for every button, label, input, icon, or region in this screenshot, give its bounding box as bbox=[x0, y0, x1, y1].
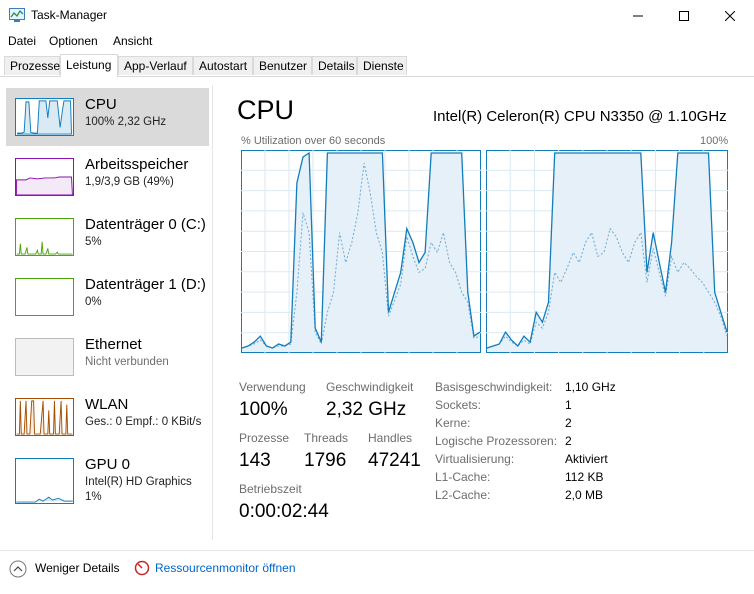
window-title: Task-Manager bbox=[31, 8, 108, 22]
utilization-label: % Utilization over 60 seconds bbox=[241, 135, 386, 147]
fewer-details-button[interactable]: Weniger Details bbox=[35, 561, 119, 575]
minimize-icon bbox=[633, 15, 643, 16]
sidebar-item-value: 100% 2,32 GHz bbox=[85, 116, 167, 128]
sidebar-item-cpu[interactable]: CPU 100% 2,32 GHz bbox=[6, 88, 209, 146]
tab-leistung[interactable]: Leistung bbox=[60, 54, 118, 77]
cpu-model-name: Intel(R) Celeron(R) CPU N3350 @ 1.10GHz bbox=[433, 108, 727, 125]
footer-bar: Weniger Details Ressourcenmonitor öffnen bbox=[0, 550, 754, 594]
usage-value: 100% bbox=[239, 399, 288, 420]
sidebar-item-label: Arbeitsspeicher bbox=[85, 156, 189, 173]
sidebar-item-label: Ethernet bbox=[85, 336, 142, 353]
sidebar-item-label: WLAN bbox=[85, 396, 129, 413]
page-title: CPU bbox=[237, 95, 295, 125]
resource-sidebar: CPU 100% 2,32 GHz Arbeitsspeicher 1,9/3,… bbox=[0, 85, 212, 540]
tab-prozesse[interactable]: Prozesse bbox=[4, 56, 60, 75]
cpu-thumbnail bbox=[15, 98, 74, 136]
sidebar-item-value: Ges.: 0 Empf.: 0 KBit/s bbox=[85, 416, 202, 428]
menu-optionen[interactable]: Optionen bbox=[49, 34, 98, 48]
detail-value: 2,0 MB bbox=[565, 488, 604, 502]
sidebar-item-wlan[interactable]: WLAN Ges.: 0 Empf.: 0 KBit/s bbox=[6, 388, 209, 446]
tab-autostart[interactable]: Autostart bbox=[193, 56, 253, 75]
sidebar-item-value: 1,9/3,9 GB (49%) bbox=[85, 176, 174, 188]
threads-value: 1796 bbox=[304, 450, 347, 471]
maximize-icon bbox=[679, 10, 689, 21]
sidebar-divider bbox=[212, 85, 213, 540]
detail-label: L1-Cache: bbox=[435, 470, 491, 484]
disk-1-thumbnail bbox=[15, 278, 74, 316]
menu-ansicht[interactable]: Ansicht bbox=[113, 34, 152, 48]
sidebar-item-value: Nicht verbunden bbox=[85, 356, 169, 368]
tab-bar: Prozesse Leistung App-Verlauf Autostart … bbox=[0, 54, 754, 77]
sidebar-item-label: Datenträger 1 (D:) bbox=[85, 276, 206, 293]
disk-0-thumbnail bbox=[15, 218, 74, 256]
gpu-0-thumbnail bbox=[15, 458, 74, 504]
sidebar-item-gpu-0[interactable]: GPU 0 Intel(R) HD Graphics 1% bbox=[6, 448, 209, 518]
speed-value: 2,32 GHz bbox=[326, 399, 407, 420]
menu-bar: Datei Optionen Ansicht bbox=[0, 31, 754, 51]
processes-label: Prozesse bbox=[239, 431, 290, 445]
sidebar-item-arbeitsspeicher[interactable]: Arbeitsspeicher 1,9/3,9 GB (49%) bbox=[6, 148, 209, 206]
detail-value: 2 bbox=[565, 416, 572, 430]
sidebar-item-value: 0% bbox=[85, 296, 102, 308]
close-button[interactable] bbox=[707, 0, 753, 31]
handles-value: 47241 bbox=[368, 450, 421, 471]
minimize-button[interactable] bbox=[615, 0, 661, 31]
sidebar-item-ethernet[interactable]: Ethernet Nicht verbunden bbox=[6, 328, 209, 386]
detail-label: Basisgeschwindigkeit: bbox=[435, 380, 553, 394]
detail-value: Aktiviert bbox=[565, 452, 608, 466]
maximize-button[interactable] bbox=[661, 0, 707, 31]
sidebar-item-value-2: 1% bbox=[85, 491, 102, 503]
sidebar-item-datentraeger-0[interactable]: Datenträger 0 (C:) 5% bbox=[6, 208, 209, 266]
speed-label: Geschwindigkeit bbox=[326, 380, 414, 394]
detail-value: 1,10 GHz bbox=[565, 380, 616, 394]
uptime-value: 0:00:02:44 bbox=[239, 501, 329, 522]
wlan-thumbnail bbox=[15, 398, 74, 436]
tab-benutzer[interactable]: Benutzer bbox=[253, 56, 312, 75]
memory-thumbnail bbox=[15, 158, 74, 196]
sidebar-item-value: Intel(R) HD Graphics bbox=[85, 476, 192, 488]
detail-value: 2 bbox=[565, 434, 572, 448]
tab-app-verlauf[interactable]: App-Verlauf bbox=[118, 56, 193, 75]
usage-label: Verwendung bbox=[239, 380, 306, 394]
close-icon bbox=[725, 10, 735, 21]
detail-value: 112 KB bbox=[565, 470, 604, 484]
cpu-core-1-graph bbox=[486, 150, 728, 353]
detail-label: Logische Prozessoren: bbox=[435, 434, 558, 448]
detail-label: Sockets: bbox=[435, 398, 482, 412]
resource-monitor-icon bbox=[134, 560, 150, 576]
tab-details[interactable]: Details bbox=[312, 56, 357, 75]
tab-dienste[interactable]: Dienste bbox=[357, 56, 407, 75]
collapse-chevron-up-icon[interactable] bbox=[9, 560, 27, 578]
cpu-core-0-graph bbox=[241, 150, 481, 353]
sidebar-item-label: CPU bbox=[85, 96, 117, 113]
detail-label: Kerne: bbox=[435, 416, 471, 430]
open-resource-monitor-link[interactable]: Ressourcenmonitor öffnen bbox=[155, 561, 296, 575]
sidebar-item-value: 5% bbox=[85, 236, 102, 248]
processes-value: 143 bbox=[239, 450, 271, 471]
sidebar-item-label: GPU 0 bbox=[85, 456, 131, 473]
uptime-label: Betriebszeit bbox=[239, 482, 302, 496]
handles-label: Handles bbox=[368, 431, 413, 445]
ethernet-thumbnail bbox=[15, 338, 74, 376]
detail-value: 1 bbox=[565, 398, 572, 412]
threads-label: Threads bbox=[304, 431, 349, 445]
task-manager-icon bbox=[9, 8, 25, 22]
detail-label: Virtualisierung: bbox=[435, 452, 515, 466]
menu-datei[interactable]: Datei bbox=[8, 34, 36, 48]
title-bar: Task-Manager bbox=[0, 0, 754, 31]
utilization-max-label: 100% bbox=[700, 135, 729, 147]
detail-label: L2-Cache: bbox=[435, 488, 491, 502]
sidebar-item-label: Datenträger 0 (C:) bbox=[85, 216, 206, 233]
sidebar-item-datentraeger-1[interactable]: Datenträger 1 (D:) 0% bbox=[6, 268, 209, 326]
